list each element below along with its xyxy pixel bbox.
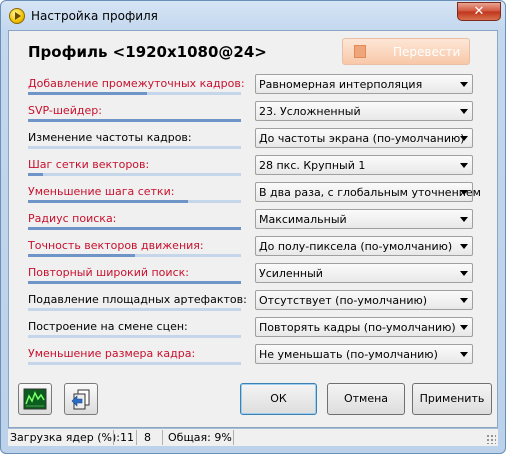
close-button[interactable]: ✕ [457,2,501,21]
setting-level-bar [28,146,241,149]
setting-level-fill [28,227,241,230]
setting-dropdown[interactable]: До частоты экрана (по-умолчанию) [255,128,473,148]
chevron-down-icon [460,163,468,168]
setting-level-bar [28,335,241,338]
chevron-down-icon [460,325,468,330]
ok-button[interactable]: ОК [240,383,317,415]
graph-icon [23,388,47,410]
chevron-down-icon [460,82,468,87]
status-bar: Загрузка ядер (%): 11 8 Общая: 9% [8,428,498,446]
setting-dropdown[interactable]: До полу-пиксела (по-умолчанию) [255,236,473,256]
chevron-down-icon [460,136,468,141]
total-load: Общая: 9% [168,431,232,444]
chevron-down-icon [460,109,468,114]
setting-dropdown[interactable]: Отсутствует (по-умолчанию) [255,290,473,310]
profile-title: Профиль <1920x1080@24> [28,43,267,61]
graph-button[interactable] [18,383,52,415]
setting-level-bar [28,308,241,311]
chevron-down-icon [460,352,468,357]
setting-dropdown-value: Максимальный [259,213,347,226]
title-bar[interactable]: Настройка профиля ✕ [1,1,507,31]
chevron-down-icon [460,190,468,195]
setting-dropdown[interactable]: В два раза, с глобальным уточнением [255,182,481,202]
setting-level-fill [28,119,241,122]
setting-label: Изменение частоты кадров: [28,131,192,144]
resize-grip[interactable] [486,434,496,444]
setting-label: Построение на смене сцен: [28,320,188,333]
setting-level-fill [28,200,188,203]
setting-level-fill [28,92,148,95]
setting-dropdown-value: 23. Усложненный [259,105,361,118]
setting-dropdown-value: Не уменьшать (по-умолчанию) [259,348,438,361]
setting-dropdown[interactable]: Максимальный [255,209,473,229]
setting-dropdown-value: Отсутствует (по-умолчанию) [259,294,428,307]
apply-button[interactable]: Применить [412,383,492,415]
setting-dropdown-value: В два раза, с глобальным уточнением [259,186,481,199]
setting-dropdown[interactable]: Равномерная интерполяция [255,74,473,94]
setting-level-bar [28,254,241,257]
setting-level-fill [28,281,241,284]
setting-dropdown[interactable]: 23. Усложненный [255,101,473,121]
setting-label: SVP-шейдер: [28,104,102,117]
translate-label: Перевести [393,45,461,59]
setting-dropdown-value: До частоты экрана (по-умолчанию) [259,132,465,145]
setting-level-bar [28,281,241,284]
setting-label: Уменьшение размера кадра: [28,347,196,360]
setting-dropdown-value: Равномерная интерполяция [259,78,423,91]
chevron-down-icon [460,271,468,276]
cancel-button[interactable]: Отмена [327,383,405,415]
translate-button[interactable]: Перевести [342,38,470,65]
status-separator [113,430,114,445]
setting-level-bar [28,119,241,122]
setting-label: Добавление промежуточных кадров: [28,77,245,90]
status-separator [233,430,234,445]
setting-dropdown-value: 28 пкс. Крупный 1 [259,159,366,172]
core-1-load: 11 [120,431,134,444]
setting-level-fill [28,173,43,176]
window-title: Настройка профиля [31,9,158,23]
setting-dropdown[interactable]: Не уменьшать (по-умолчанию) [255,344,473,364]
chevron-down-icon [460,244,468,249]
setting-label: Точность векторов движения: [28,239,204,252]
setting-level-bar [28,227,241,230]
settings-copy-icon [71,389,90,410]
setting-level-bar [28,92,241,95]
setting-level-fill [28,254,135,257]
core-2-load: 8 [144,431,151,444]
setting-level-bar [28,200,241,203]
setting-label: Подавление площадных артефактов: [28,293,247,306]
chevron-down-icon [460,298,468,303]
setting-level-bar [28,173,241,176]
chevron-down-icon [460,217,468,222]
setting-dropdown[interactable]: 28 пкс. Крупный 1 [255,155,473,175]
setting-dropdown-value: До полу-пиксела (по-умолчанию) [259,240,453,253]
setting-label: Шаг сетки векторов: [28,158,150,171]
copy-settings-button[interactable] [64,383,98,415]
setting-dropdown-value: Повторять кадры (по-умолчанию) [259,321,456,334]
setting-level-bar [28,362,241,365]
setting-label: Радиус поиска: [28,212,117,225]
setting-dropdown[interactable]: Усиленный [255,263,473,283]
translate-icon [354,45,366,58]
status-separator [136,430,137,445]
app-logo-icon [9,8,25,24]
setting-dropdown-value: Усиленный [259,267,323,280]
setting-dropdown[interactable]: Повторять кадры (по-умолчанию) [255,317,473,337]
cores-load-label: Загрузка ядер (%): [10,431,121,444]
setting-label: Уменьшение шага сетки: [28,185,175,198]
status-separator [162,430,163,445]
setting-label: Повторный широкий поиск: [28,266,189,279]
